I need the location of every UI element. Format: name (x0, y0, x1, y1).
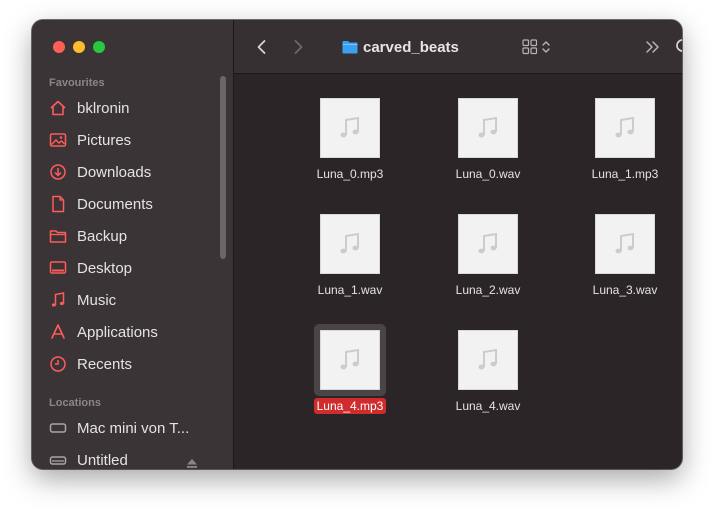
sidebar-item-downloads[interactable]: Downloads (48, 159, 224, 185)
main-content: carved_beats Luna_0.mp3 Luna_0.wav Luna_… (234, 20, 682, 469)
sidebar-item-home[interactable]: bklronin (48, 95, 224, 121)
search-icon (676, 39, 682, 52)
locations-section-label: Locations (49, 397, 101, 409)
sidebar-item-backup[interactable]: Backup (48, 223, 224, 249)
file-name: Luna_0.wav (455, 167, 521, 181)
toolbar: carved_beats (234, 20, 682, 74)
chevron-left-icon (257, 40, 266, 54)
back-button[interactable] (252, 37, 272, 57)
file-item[interactable]: Luna_1.wav (295, 208, 405, 299)
sidebar: Favourites bklronin Pictures Downloads D… (32, 20, 234, 469)
sidebar-item-pictures[interactable]: Pictures (48, 127, 224, 153)
minimize-window-button[interactable] (73, 41, 85, 53)
search-button[interactable] (674, 37, 682, 57)
sidebar-item-documents[interactable]: Documents (48, 191, 224, 217)
file-item[interactable]: Luna_4.wav (433, 324, 543, 415)
sidebar-item-label: Desktop (77, 259, 133, 277)
audio-file-icon (595, 98, 655, 158)
audio-file-icon (458, 330, 518, 390)
sidebar-item-label: Mac mini von T... (77, 419, 190, 437)
documents-icon (48, 194, 68, 214)
sidebar-item-desktop[interactable]: Desktop (48, 255, 224, 281)
file-name: Luna_1.wav (317, 283, 383, 297)
file-item[interactable]: Luna_0.mp3 (295, 92, 405, 183)
window-title: carved_beats (342, 37, 459, 57)
audio-file-icon (458, 214, 518, 274)
audio-file-icon (320, 330, 380, 390)
file-item-selected[interactable]: Luna_4.mp3 (295, 324, 405, 415)
file-name: Luna_4.wav (455, 399, 521, 413)
music-icon (48, 290, 68, 310)
double-chevron-right-icon (646, 41, 659, 53)
finder-window: Favourites bklronin Pictures Downloads D… (32, 20, 682, 469)
sidebar-item-label: Documents (77, 195, 153, 213)
forward-button[interactable] (288, 37, 308, 57)
file-name: Luna_1.mp3 (591, 167, 659, 181)
sidebar-item-label: Pictures (77, 131, 132, 149)
sidebar-item-label: Music (77, 291, 117, 309)
file-name: Luna_2.wav (455, 283, 521, 297)
file-item[interactable]: Luna_0.wav (433, 92, 543, 183)
folder-icon (48, 226, 68, 246)
view-mode-button[interactable] (521, 37, 555, 57)
pictures-icon (48, 130, 68, 150)
sidebar-item-label: Untitled (77, 451, 128, 469)
sidebar-item-label: bklronin (77, 99, 130, 117)
audio-file-icon (458, 98, 518, 158)
clock-icon (48, 354, 68, 374)
file-item[interactable]: Luna_2.wav (433, 208, 543, 299)
sidebar-item-applications[interactable]: Applications (48, 319, 224, 345)
chevron-right-icon (294, 40, 303, 54)
eject-icon[interactable] (186, 456, 198, 468)
file-name: Luna_3.wav (592, 283, 658, 297)
folder-icon (342, 41, 358, 54)
favourites-section-label: Favourites (49, 77, 105, 89)
computer-icon (48, 418, 68, 438)
window-title-text: carved_beats (363, 38, 459, 56)
drive-icon (48, 450, 68, 469)
sidebar-item-recents[interactable]: Recents (48, 351, 224, 377)
audio-file-icon (595, 214, 655, 274)
sidebar-item-label: Backup (77, 227, 128, 245)
sidebar-scrollbar[interactable] (220, 76, 226, 259)
sidebar-item-label: Downloads (77, 163, 152, 181)
file-item[interactable]: Luna_3.wav (570, 208, 680, 299)
home-icon (48, 98, 68, 118)
zoom-window-button[interactable] (93, 41, 105, 53)
file-name: Luna_0.mp3 (316, 167, 384, 181)
sidebar-item-music[interactable]: Music (48, 287, 224, 313)
file-name: Luna_4.mp3 (313, 398, 387, 414)
close-window-button[interactable] (53, 41, 65, 53)
applications-icon (48, 322, 68, 342)
sidebar-item-label: Recents (77, 355, 133, 373)
more-toolbar-button[interactable] (643, 37, 663, 57)
desktop-icon (48, 258, 68, 278)
file-item[interactable]: Luna_1.mp3 (570, 92, 680, 183)
sidebar-item-label: Applications (77, 323, 158, 341)
audio-file-icon (320, 98, 380, 158)
grid-view-icon (522, 39, 550, 55)
audio-file-icon (320, 214, 380, 274)
downloads-icon (48, 162, 68, 182)
sidebar-item-mac-mini[interactable]: Mac mini von T... (48, 415, 224, 441)
